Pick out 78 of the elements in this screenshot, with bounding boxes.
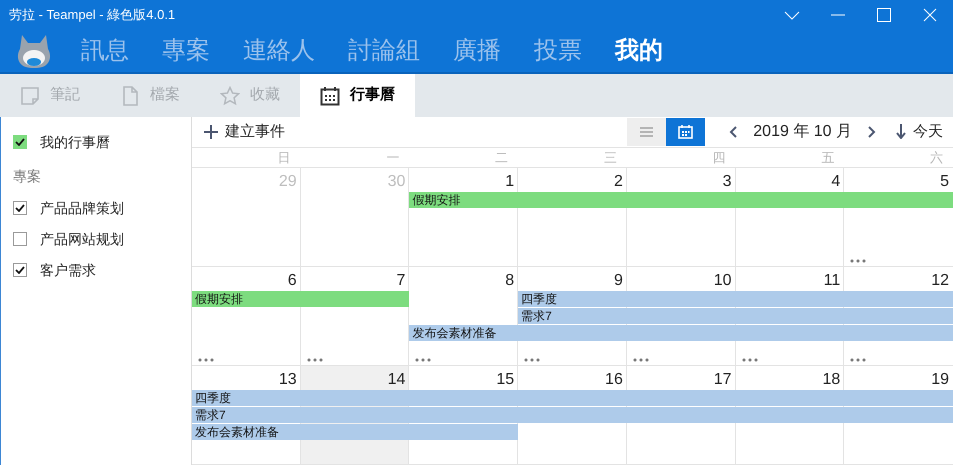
checkmark-icon [15,138,25,146]
calendar-icon [320,86,340,106]
day-number: 16 [605,370,623,390]
event-bar[interactable]: 假期安排 [409,192,953,208]
day-number: 2 [614,172,623,192]
more-icon[interactable] [524,358,540,362]
more-icon[interactable] [850,358,866,362]
checkmark-icon [15,204,25,212]
weekday-label: 四 [712,148,726,166]
event-bar[interactable]: 假期安排 [192,291,410,307]
calendar-icon [678,124,694,139]
maximize-icon [877,8,891,22]
day-number: 17 [714,370,732,390]
view-toggle[interactable] [627,118,666,146]
checkbox-label: 产品品牌策划 [40,198,124,218]
create-event-button[interactable]: 建立事件 [204,120,285,143]
list-icon [640,126,654,137]
close-icon [923,8,937,22]
day-number: 6 [288,271,297,291]
day-number: 14 [388,370,406,390]
tab[interactable]: 行事曆 [300,74,415,117]
day-number: 13 [278,370,297,390]
checkbox-label: 客户需求 [40,260,96,280]
document-icon [120,86,140,106]
weekday-label: 二 [495,148,508,166]
plus-icon [204,124,218,139]
minimize-icon [831,14,845,16]
nav-tab[interactable]: 我的 [615,33,663,69]
checkmark-icon [15,266,25,274]
day-number: 4 [831,172,840,192]
event-bar[interactable]: 需求7 [518,308,953,324]
more-icon[interactable] [415,358,432,362]
chevron-left-icon [729,126,738,138]
checkbox[interactable] [13,263,27,277]
today-button[interactable]: 今天 [896,120,943,143]
day-number: 9 [614,271,623,291]
weekday-label: 三 [604,148,617,166]
weekday-label: 一 [386,148,400,166]
weekday-label: 五 [821,148,834,166]
more-icon[interactable] [306,358,323,362]
event-bar[interactable]: 发布会素材准备 [192,424,518,440]
more-icon[interactable] [850,259,866,263]
day-number: 18 [822,370,840,390]
event-bar[interactable]: 发布会素材准备 [409,325,953,341]
star-icon [220,86,240,106]
section-title: 專案 [13,167,42,186]
window-title: 劳拉 - Teampel - 綠色版4.0.1 [9,6,176,24]
event-bar[interactable]: 需求7 [192,407,953,423]
day-number: 12 [931,271,949,291]
checkbox-label: 我的行事曆 [40,132,110,152]
view-toggle[interactable] [666,118,706,146]
arrow-down-icon [896,124,906,140]
day-number: 29 [278,172,297,192]
note-icon [20,86,40,106]
event-bar[interactable]: 四季度 [518,291,953,307]
day-number: 19 [931,370,949,390]
weekday-label: 日 [278,148,291,166]
checkbox[interactable] [13,135,27,149]
month-label: 2019 年 10 月 [753,122,852,142]
chevron-down-icon [784,10,800,20]
checkbox[interactable] [13,232,27,246]
day-number: 5 [940,172,949,192]
chevron-right-icon [868,126,876,138]
day-number: 15 [496,370,514,390]
day-number: 3 [722,172,732,192]
more-icon[interactable] [632,358,649,362]
more-icon[interactable] [742,358,758,362]
day-number: 30 [388,172,406,192]
checkbox[interactable] [13,201,27,215]
checkbox-label: 产品网站规划 [40,230,124,248]
day-number: 11 [824,271,840,291]
day-number: 8 [505,271,514,291]
day-number: 7 [396,271,406,291]
day-number: 1 [505,172,514,192]
day-number: 10 [714,271,732,291]
weekday-label: 六 [930,148,943,166]
more-icon[interactable] [198,358,214,362]
event-bar[interactable]: 四季度 [192,390,953,406]
